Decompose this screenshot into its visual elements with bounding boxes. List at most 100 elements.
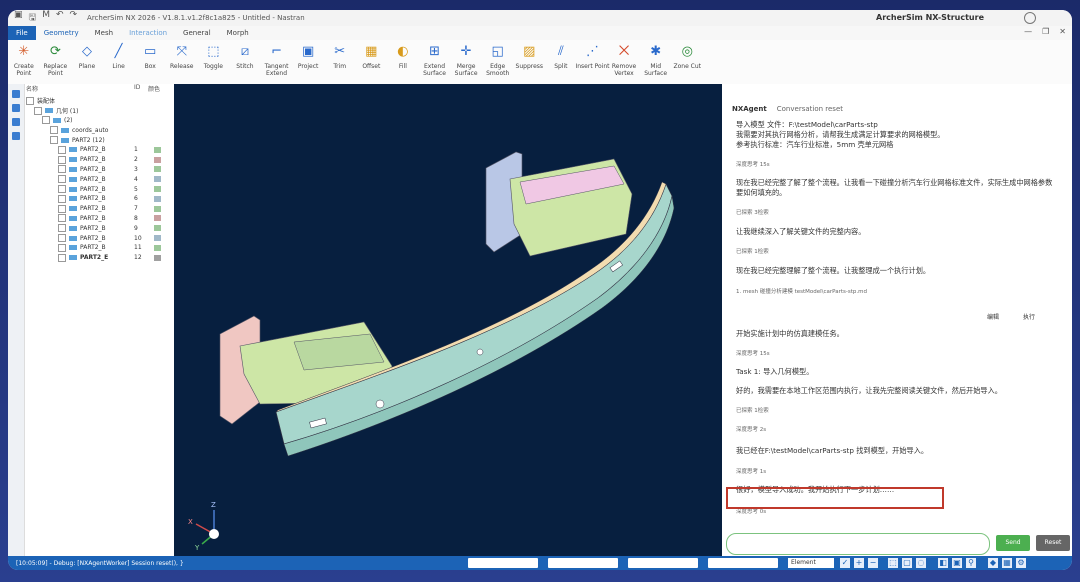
visibility-checkbox[interactable] — [50, 126, 58, 135]
add-icon[interactable]: + — [854, 558, 864, 568]
select-icon[interactable]: ⬚ — [888, 558, 898, 568]
visibility-checkbox[interactable] — [50, 136, 58, 145]
tool-tangent-extend[interactable]: ⌐ Tangent Extend — [261, 40, 293, 84]
color-swatch[interactable] — [154, 176, 161, 183]
tool-zone-cut[interactable]: ◎ Zone Cut — [671, 40, 703, 84]
filter-icon[interactable] — [12, 132, 20, 140]
visibility-checkbox[interactable] — [58, 175, 66, 184]
reset-button[interactable]: Reset — [1036, 535, 1070, 551]
visibility-checkbox[interactable] — [58, 194, 66, 203]
tool-toggle[interactable]: ⬚ Toggle — [198, 40, 230, 84]
menu-interaction[interactable]: Interaction — [121, 29, 175, 37]
property-icon[interactable] — [12, 104, 20, 112]
tree-row[interactable]: PART2_B 11 — [26, 243, 172, 253]
tree-row[interactable]: coords_auto — [26, 125, 172, 135]
check-icon[interactable]: ✓ — [840, 558, 850, 568]
color-swatch[interactable] — [154, 244, 161, 251]
menu-mesh[interactable]: Mesh — [87, 29, 121, 37]
tool-box[interactable]: ▭ Box — [134, 40, 166, 84]
grid-icon[interactable]: ▦ — [1002, 558, 1012, 568]
status-field[interactable] — [628, 558, 698, 568]
tree-row[interactable]: PART2_B 8 — [26, 214, 172, 224]
color-swatch[interactable] — [154, 156, 161, 163]
visibility-checkbox[interactable] — [58, 234, 66, 243]
tool-create-point[interactable]: ✳ Create Point — [8, 40, 40, 84]
status-field[interactable] — [468, 558, 538, 568]
conversation-reset-link[interactable]: Conversation reset — [777, 105, 843, 113]
menu-general[interactable]: General — [175, 29, 219, 37]
menu-morph[interactable]: Morph — [219, 29, 257, 37]
menu-file[interactable]: File — [8, 26, 36, 40]
tree-row[interactable]: PART2 (12) — [26, 135, 172, 145]
visibility-checkbox[interactable] — [58, 243, 66, 252]
color-swatch[interactable] — [154, 254, 161, 261]
execute-plan-button[interactable]: 执行 — [1023, 312, 1035, 321]
tree-row[interactable]: (2) — [26, 116, 172, 126]
tree-row[interactable]: PART2_B 3 — [26, 165, 172, 175]
tree-row[interactable]: PART2_B 2 — [26, 155, 172, 165]
color-swatch[interactable] — [154, 195, 161, 202]
menu-geometry[interactable]: Geometry — [36, 29, 87, 37]
color-swatch[interactable] — [154, 186, 161, 193]
visibility-checkbox[interactable] — [34, 106, 42, 115]
tool-mid-surface[interactable]: ✱ Mid Surface — [640, 40, 672, 84]
tree-row[interactable]: PART2_B 10 — [26, 233, 172, 243]
tree-row[interactable]: PART2_B 4 — [26, 174, 172, 184]
tree-row[interactable]: 几何 (1) — [26, 106, 172, 116]
tool-offset[interactable]: ▦ Offset — [356, 40, 388, 84]
color-swatch[interactable] — [154, 225, 161, 232]
tool-line[interactable]: ╱ Line — [103, 40, 135, 84]
tool-trim[interactable]: ✂ Trim — [324, 40, 356, 84]
color-swatch[interactable] — [154, 235, 161, 242]
tree-row[interactable]: PART2_B 9 — [26, 223, 172, 233]
visibility-checkbox[interactable] — [58, 145, 66, 154]
visibility-checkbox[interactable] — [42, 116, 50, 125]
tree-row[interactable]: 装配体 — [26, 96, 172, 106]
visibility-checkbox[interactable] — [58, 204, 66, 213]
restore-icon[interactable]: ❐ — [1042, 27, 1049, 36]
save-icon[interactable]: 🖫 — [29, 10, 37, 26]
status-field[interactable] — [708, 558, 778, 568]
tool-stitch[interactable]: ⧄ Stitch — [229, 40, 261, 84]
filter-icon[interactable]: ⚲ — [966, 558, 976, 568]
tool-remove-vertex[interactable]: ⨉ Remove Vertex — [608, 40, 640, 84]
tool-release[interactable]: ⤧ Release — [166, 40, 198, 84]
tree-view-icon[interactable] — [12, 90, 20, 98]
tree-row[interactable]: PART2_E 12 — [26, 253, 172, 263]
visibility-checkbox[interactable] — [58, 155, 66, 164]
status-field[interactable] — [548, 558, 618, 568]
tree-row[interactable]: PART2_B 6 — [26, 194, 172, 204]
layer-icon[interactable] — [12, 118, 20, 126]
visibility-checkbox[interactable] — [26, 96, 34, 105]
undo-icon[interactable]: ↶ — [56, 10, 64, 26]
render-icon[interactable]: ◆ — [988, 558, 998, 568]
visibility-checkbox[interactable] — [58, 185, 66, 194]
lasso-icon[interactable]: ◌ — [916, 558, 926, 568]
tool-suppress[interactable]: ▨ Suppress — [514, 40, 546, 84]
selection-filter-select[interactable]: Element — [788, 558, 834, 568]
visibility-checkbox[interactable] — [58, 214, 66, 223]
m-icon[interactable]: M — [42, 10, 50, 26]
tool-merge-surface[interactable]: ✛ Merge Surface — [450, 40, 482, 84]
tree-row[interactable]: PART2_B 5 — [26, 184, 172, 194]
visibility-checkbox[interactable] — [58, 253, 66, 262]
3d-viewport[interactable]: Z X Y — [174, 84, 722, 556]
close-icon[interactable]: ✕ — [1059, 27, 1066, 36]
tool-plane[interactable]: ◇ Plane — [71, 40, 103, 84]
color-swatch[interactable] — [154, 166, 161, 173]
send-button[interactable]: Send — [996, 535, 1030, 551]
display-icon[interactable]: ▣ — [952, 558, 962, 568]
visibility-checkbox[interactable] — [58, 165, 66, 174]
tool-project[interactable]: ▣ Project — [292, 40, 324, 84]
color-swatch[interactable] — [154, 215, 161, 222]
tool-edge-smooth[interactable]: ◱ Edge Smooth — [482, 40, 514, 84]
minimize-icon[interactable]: — — [1024, 27, 1032, 36]
tool-replace-point[interactable]: ⟳ Replace Point — [40, 40, 72, 84]
redo-icon[interactable]: ↷ — [70, 10, 78, 26]
visibility-checkbox[interactable] — [58, 224, 66, 233]
tool-extend-surface[interactable]: ⊞ Extend Surface — [419, 40, 451, 84]
settings-icon[interactable]: ⚙ — [1016, 558, 1026, 568]
tool-fill[interactable]: ◐ Fill — [387, 40, 419, 84]
tree-row[interactable]: PART2_B 7 — [26, 204, 172, 214]
view-icon[interactable]: ◧ — [938, 558, 948, 568]
